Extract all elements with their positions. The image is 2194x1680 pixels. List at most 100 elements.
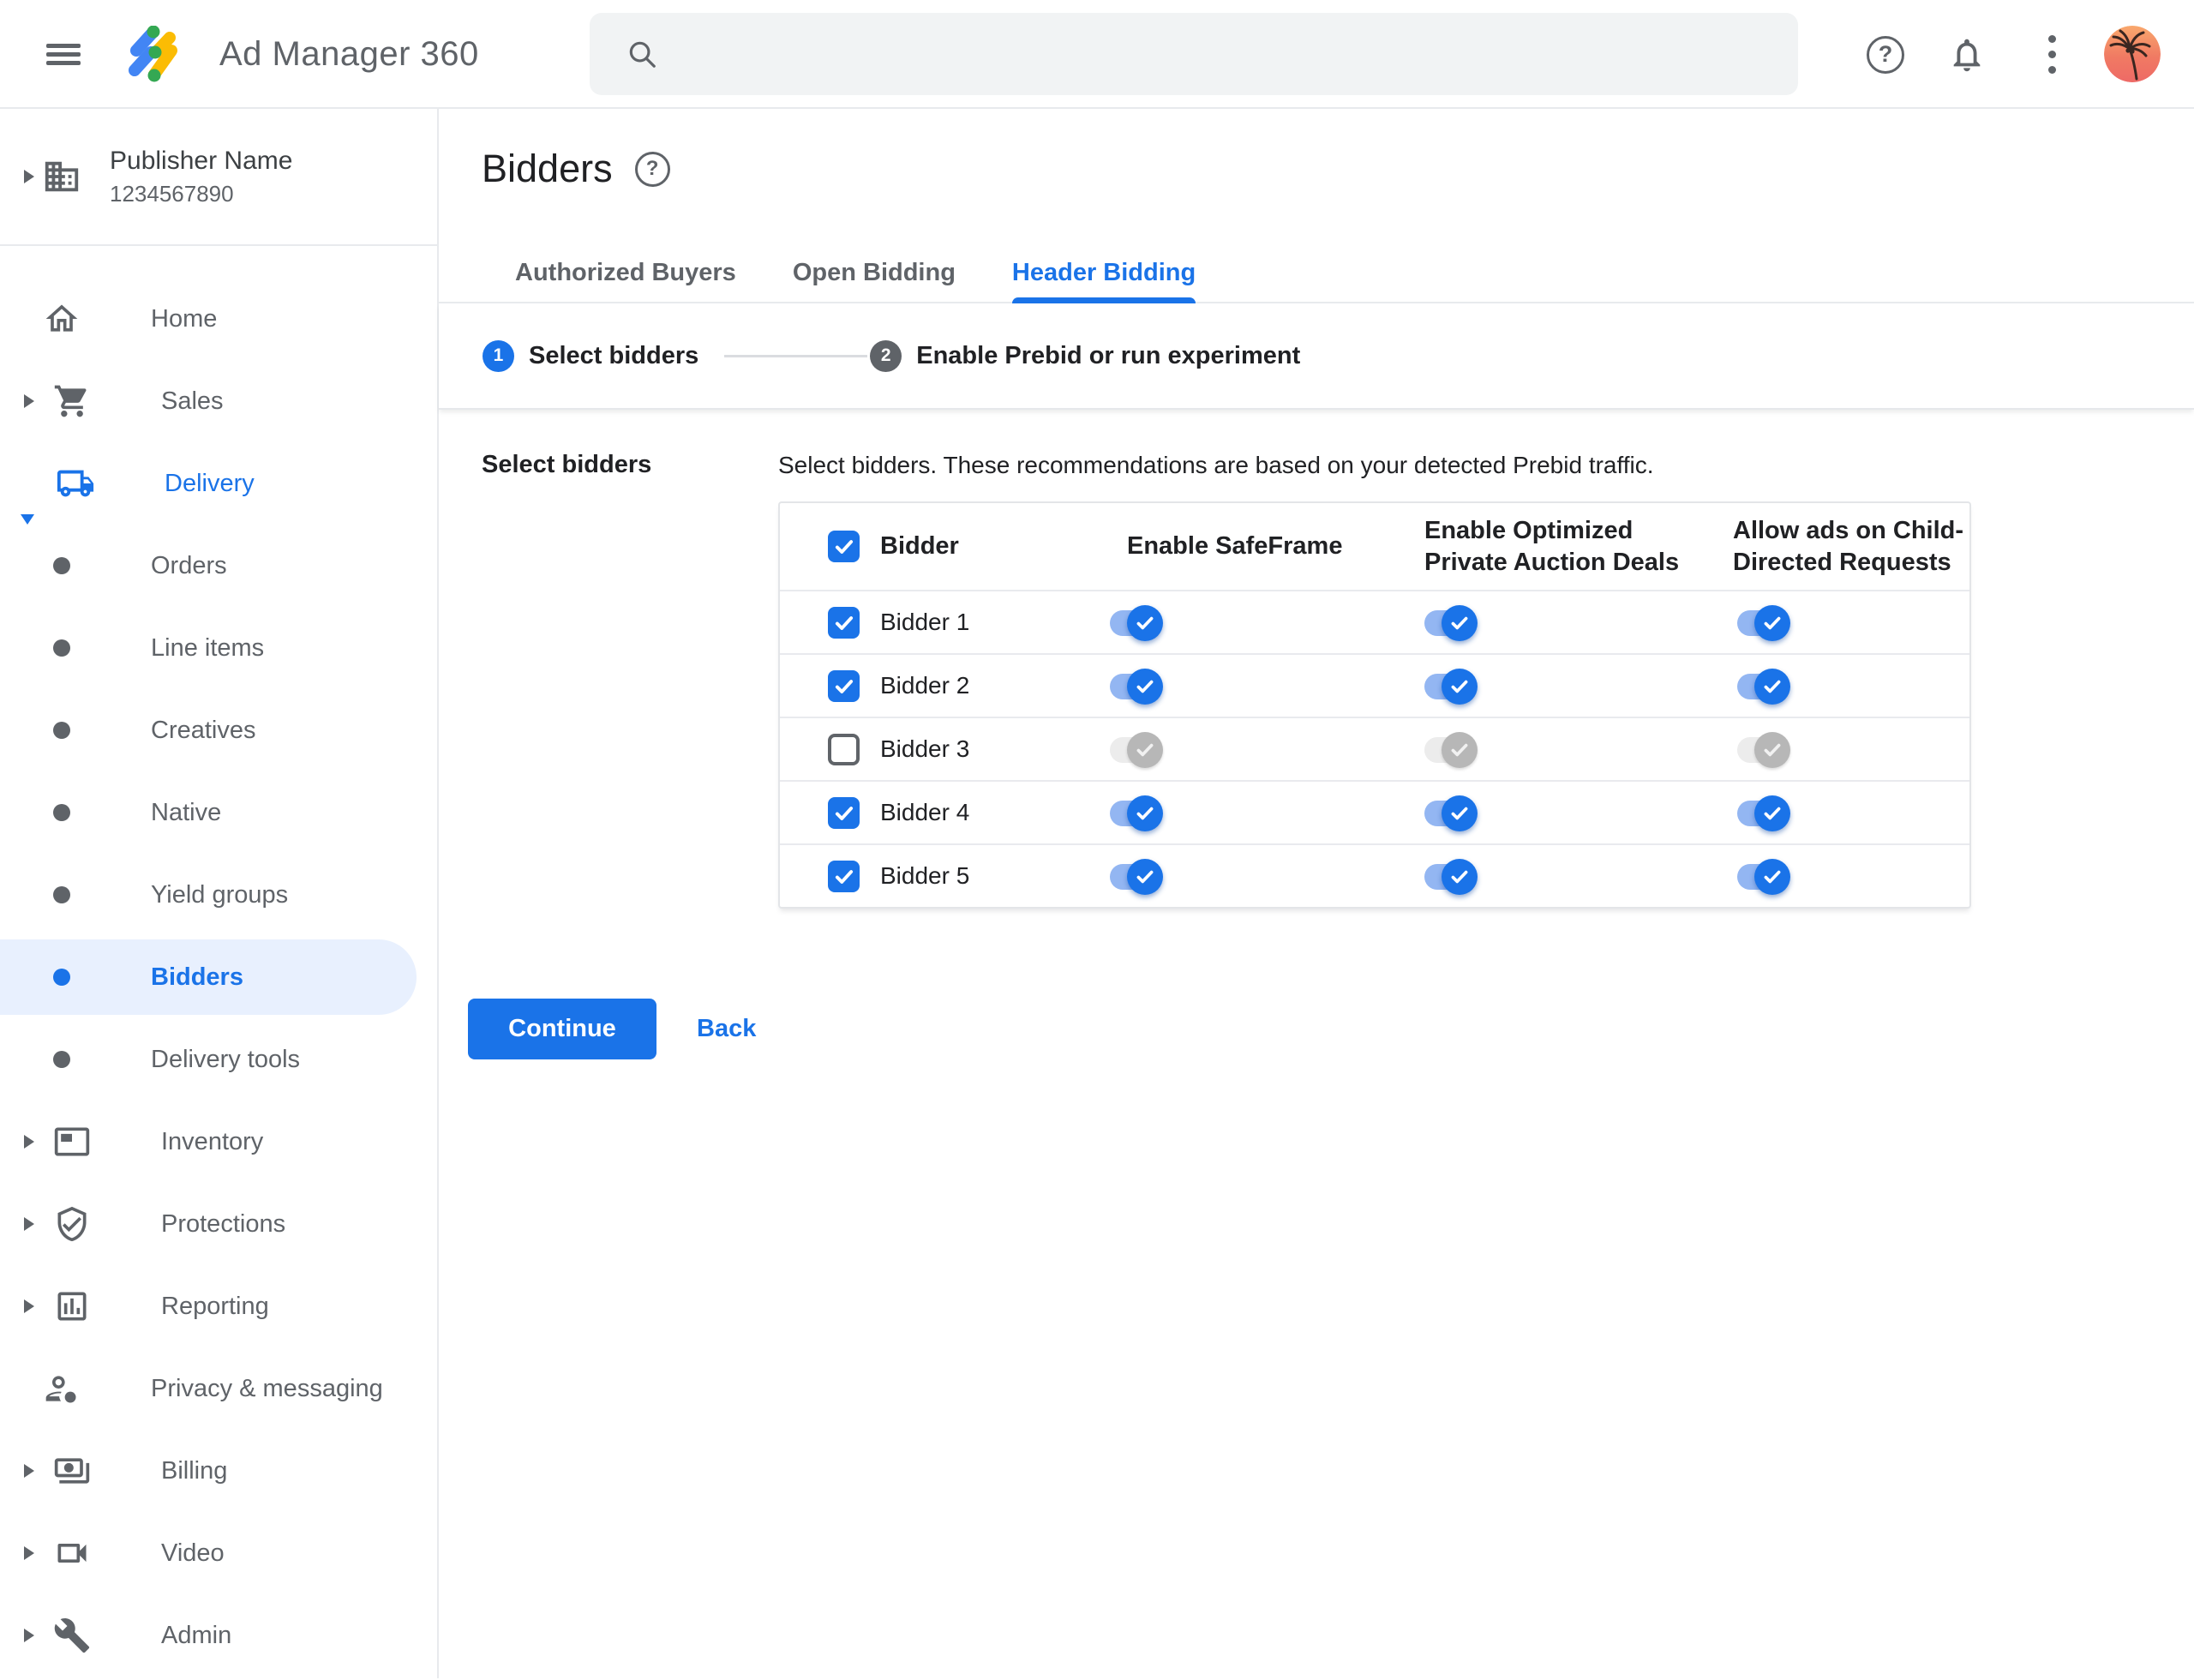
page-title: Bidders [482, 147, 613, 190]
chevron-right-icon [24, 1217, 34, 1231]
bullet-icon [53, 969, 70, 986]
home-icon [41, 298, 82, 339]
chevron-down-icon [21, 514, 34, 525]
search-icon [629, 41, 656, 68]
bidder-name: Bidder 2 [880, 672, 970, 699]
sidebar-item-yield-groups[interactable]: Yield groups [0, 854, 437, 936]
step-connector [724, 354, 868, 357]
sidebar-item-reporting[interactable]: Reporting [0, 1265, 437, 1347]
sidebar-item-native[interactable]: Native [0, 771, 437, 854]
bar-chart-icon [51, 1286, 93, 1327]
bidders-table: Bidder Enable SafeFrame Enable Optimized… [778, 501, 1971, 909]
building-icon [41, 156, 82, 197]
app-header: Ad Manager 360 ? [0, 0, 2194, 109]
sidebar-item-privacy-messaging[interactable]: Privacy & messaging [0, 1347, 437, 1430]
sidebar-item-admin[interactable]: Admin [0, 1594, 437, 1677]
publisher-switcher[interactable]: Publisher Name 1234567890 [0, 109, 437, 246]
table-description: Select bidders. These recommendations ar… [778, 452, 1654, 478]
sidebar-item-orders[interactable]: Orders [0, 525, 437, 607]
child-directed-toggle[interactable] [1737, 605, 1790, 641]
sidebar-item-delivery-tools[interactable]: Delivery tools [0, 1018, 437, 1101]
bidder-name: Bidder 4 [880, 799, 970, 825]
bidder-checkbox[interactable] [828, 797, 860, 829]
truck-icon [55, 463, 96, 504]
bidder-name: Bidder 5 [880, 862, 970, 889]
chevron-right-icon [24, 1135, 34, 1149]
table-row: Bidder 3 [780, 717, 1969, 780]
continue-button[interactable]: Continue [468, 999, 656, 1059]
bidder-checkbox[interactable] [828, 670, 860, 702]
notifications-button[interactable] [1947, 0, 1987, 109]
search-input[interactable] [679, 39, 1772, 69]
bullet-icon [53, 557, 70, 574]
bullet-icon [53, 1051, 70, 1068]
optimized-deals-toggle[interactable] [1424, 795, 1478, 831]
safeframe-toggle[interactable] [1110, 605, 1163, 641]
more-vertical-icon [2040, 27, 2065, 82]
tab-open-bidding[interactable]: Open Bidding [793, 244, 956, 302]
child-directed-toggle[interactable] [1737, 859, 1790, 895]
notifications-bell-icon [1953, 39, 1981, 71]
sidebar-item-sales[interactable]: Sales [0, 360, 437, 442]
section-label: Select bidders [482, 451, 652, 478]
optimized-deals-toggle[interactable] [1424, 859, 1478, 895]
optimized-deals-toggle[interactable] [1424, 605, 1478, 641]
column-header-bidder: Bidder [880, 532, 959, 560]
select-all-checkbox[interactable] [828, 531, 860, 562]
table-row: Bidder 4 [780, 780, 1969, 843]
step-1-circle: 1 [483, 339, 514, 372]
chevron-right-icon [24, 1546, 34, 1560]
safeframe-toggle[interactable] [1110, 669, 1163, 705]
bidder-name: Bidder 3 [880, 735, 970, 762]
help-button[interactable]: ? [1867, 0, 1904, 109]
bullet-icon [53, 804, 70, 821]
bullet-icon [53, 722, 70, 739]
sidebar-item-billing[interactable]: Billing [0, 1430, 437, 1512]
bullet-icon [53, 639, 70, 657]
child-directed-toggle[interactable] [1737, 669, 1790, 705]
column-header-optimized-deals: Enable Optimized Private Auction Deals [1424, 516, 1680, 576]
bullet-icon [53, 886, 70, 903]
main-content: Bidders ? Authorized Buyers Open Bidding… [439, 109, 2194, 1678]
sidebar-item-delivery[interactable]: Delivery [0, 442, 437, 525]
tab-authorized-buyers[interactable]: Authorized Buyers [515, 244, 736, 302]
back-button[interactable]: Back [697, 999, 756, 1059]
help-icon: ? [1867, 35, 1904, 74]
account-avatar[interactable] [2104, 26, 2161, 82]
publisher-name: Publisher Name [110, 146, 293, 175]
sidebar-item-bidders[interactable]: Bidders [0, 936, 437, 1018]
column-header-safeframe: Enable SafeFrame [1127, 532, 1343, 560]
bidder-checkbox[interactable] [828, 607, 860, 639]
shield-check-icon [51, 1203, 93, 1245]
more-options-button[interactable] [2040, 0, 2065, 109]
publisher-id: 1234567890 [110, 180, 234, 207]
tab-bar: Authorized Buyers Open Bidding Header Bi… [439, 244, 2194, 303]
child-directed-toggle [1737, 732, 1790, 768]
inventory-icon [51, 1121, 93, 1162]
table-row: Bidder 1 [780, 590, 1969, 653]
tab-header-bidding[interactable]: Header Bidding [1011, 244, 1196, 303]
safeframe-toggle[interactable] [1110, 795, 1163, 831]
bidder-name: Bidder 1 [880, 609, 970, 635]
page-help-icon[interactable]: ? [634, 151, 670, 187]
sidebar-item-home[interactable]: Home [0, 278, 437, 360]
sidebar-item-line-items[interactable]: Line items [0, 607, 437, 689]
search-bar[interactable] [590, 13, 1798, 95]
sidebar-item-creatives[interactable]: Creatives [0, 689, 437, 771]
menu-hamburger-icon[interactable] [46, 44, 81, 65]
sidebar-item-inventory[interactable]: Inventory [0, 1101, 437, 1183]
bidder-checkbox[interactable] [828, 861, 860, 892]
wrench-icon [51, 1615, 93, 1656]
child-directed-toggle[interactable] [1737, 795, 1790, 831]
chevron-right-icon [24, 1464, 34, 1478]
cart-icon [51, 381, 93, 422]
chevron-right-icon [24, 170, 34, 183]
sidebar-item-video[interactable]: Video [0, 1512, 437, 1594]
sidebar-item-protections[interactable]: Protections [0, 1183, 437, 1265]
table-row: Bidder 5 [780, 843, 1969, 907]
safeframe-toggle[interactable] [1110, 859, 1163, 895]
optimized-deals-toggle[interactable] [1424, 669, 1478, 705]
person-badge-icon [41, 1368, 82, 1409]
chevron-right-icon [24, 394, 34, 408]
bidder-checkbox[interactable] [828, 734, 860, 765]
